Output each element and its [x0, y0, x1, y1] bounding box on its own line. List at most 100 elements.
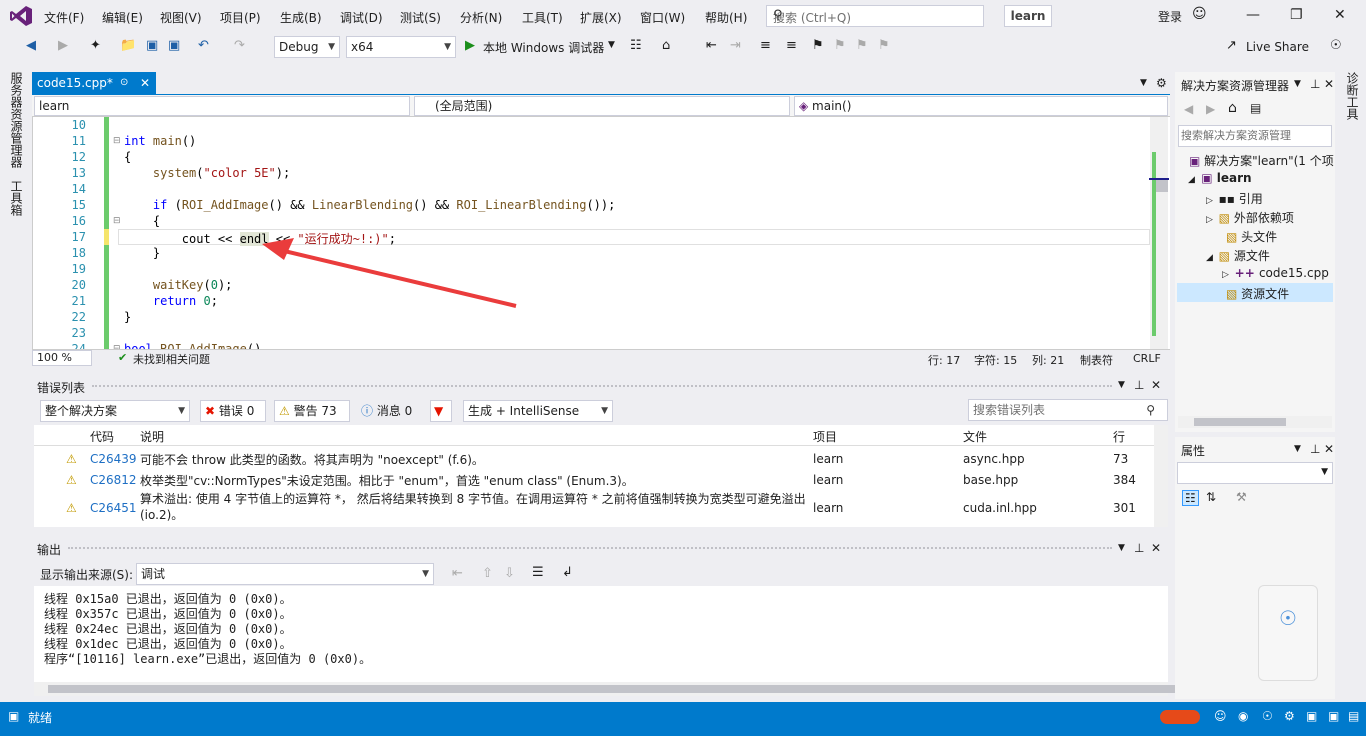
error-code-link[interactable]: C26812: [90, 473, 137, 487]
code-line[interactable]: {: [124, 214, 160, 228]
menu-item[interactable]: 测试(S): [400, 9, 441, 26]
back-icon[interactable]: ◀: [26, 38, 36, 53]
properties-object-select[interactable]: ▼: [1177, 462, 1333, 484]
menu-item[interactable]: 工具(T): [522, 9, 563, 26]
categorized-icon[interactable]: ☷: [1182, 490, 1199, 506]
code-line[interactable]: int main(): [124, 134, 196, 148]
clear-bookmark-icon[interactable]: ⚑: [878, 38, 890, 53]
nav-scope-select[interactable]: (全局范围): [414, 96, 790, 116]
step-icon[interactable]: ⇤: [706, 38, 717, 53]
scroll-thumb[interactable]: [1156, 178, 1168, 192]
configuration-select[interactable]: Debug ▼: [274, 36, 340, 58]
hscroll-thumb[interactable]: [48, 685, 1298, 693]
col-project[interactable]: 项目: [813, 428, 837, 445]
collapse-icon[interactable]: ⊟: [113, 136, 121, 146]
close-icon[interactable]: ✕: [1334, 7, 1346, 23]
pin-icon[interactable]: ⊥: [1134, 378, 1144, 392]
diagnostic-tools-tab[interactable]: 诊断工具: [1344, 72, 1361, 120]
chevron-down-icon[interactable]: ▼: [608, 40, 615, 50]
menu-item[interactable]: 编辑(E): [102, 9, 143, 26]
code-line[interactable]: system("color 5E");: [124, 166, 290, 180]
redo-icon[interactable]: ↷: [234, 38, 245, 53]
code-line[interactable]: {: [124, 150, 131, 164]
error-row[interactable]: ⚠ C26451 算术溢出: 使用 4 字节值上的运算符 *， 然后将结果转换到 8…: [34, 490, 1154, 526]
forward-icon[interactable]: ▶: [1206, 102, 1215, 116]
close-icon[interactable]: ✕: [1151, 541, 1161, 555]
find-message-icon[interactable]: ⇤: [452, 566, 463, 581]
tab-list-icon[interactable]: ▼: [1140, 78, 1147, 88]
next-bookmark-icon[interactable]: ⚑: [856, 38, 868, 53]
tray-icon[interactable]: ▣: [1328, 709, 1339, 723]
collapse-icon[interactable]: ⊟: [113, 216, 121, 226]
save-all-icon[interactable]: ▣: [168, 38, 180, 53]
toolbox-tab[interactable]: 工具箱: [8, 180, 25, 216]
code-line[interactable]: waitKey(0);: [124, 278, 233, 292]
tab-code15[interactable]: code15.cpp* ⊙ ✕: [32, 72, 156, 94]
menu-item[interactable]: 生成(B): [280, 9, 322, 26]
tree-project[interactable]: ◢ ▣ learn: [1188, 171, 1252, 185]
solution-hscrollbar[interactable]: [1178, 416, 1332, 428]
comment-icon[interactable]: ≡: [760, 38, 771, 53]
menu-item[interactable]: 项目(P): [220, 9, 261, 26]
visual-studio-logo-icon[interactable]: [10, 6, 32, 26]
code-line[interactable]: }: [124, 310, 131, 324]
error-list-scrollbar[interactable]: [1154, 425, 1168, 527]
prev-bookmark-icon[interactable]: ⚑: [834, 38, 846, 53]
hscroll-thumb[interactable]: [1194, 418, 1286, 426]
switch-views-icon[interactable]: ▤: [1250, 101, 1261, 115]
col-file[interactable]: 文件: [963, 428, 987, 445]
error-search-input[interactable]: 搜索错误列表 ⚲: [968, 399, 1168, 421]
close-icon[interactable]: ✕: [1324, 442, 1334, 456]
error-row[interactable]: ⚠ C26812 枚举类型"cv::NormTypes"未设定范围。相比于 "enu…: [34, 469, 1154, 490]
messages-filter-button[interactable]: ⓘ 消息 0: [356, 400, 422, 422]
server-explorer-tab[interactable]: 服务器资源管理器: [8, 72, 25, 168]
tree-references[interactable]: ▷ ▪▪ 引用: [1206, 190, 1263, 207]
code-line[interactable]: }: [124, 246, 160, 260]
home-icon[interactable]: ⌂: [1228, 100, 1237, 116]
run-debugger-button[interactable]: 本地 Windows 调试器: [483, 39, 604, 56]
tree-resource-files[interactable]: ▧ 资源文件: [1226, 285, 1289, 302]
errors-filter-button[interactable]: ✖ 错误 0: [200, 400, 266, 422]
settings-icon[interactable]: ⚙: [1156, 76, 1167, 90]
pin-icon[interactable]: ⊙: [120, 72, 128, 94]
run-icon[interactable]: ▶: [465, 38, 475, 53]
build-filter-select[interactable]: 生成 + IntelliSense ▼: [463, 400, 613, 422]
error-row[interactable]: ⚠ C26439 可能不会 throw 此类型的函数。将其声明为 "noexcept…: [34, 448, 1154, 469]
new-project-icon[interactable]: ✦: [90, 38, 101, 53]
tree-file-code15[interactable]: ▷ ++ code15.cpp: [1222, 266, 1329, 280]
menu-item[interactable]: 扩展(X): [580, 9, 622, 26]
code-line[interactable]: return 0;: [124, 294, 218, 308]
chevron-down-icon[interactable]: ▼: [1294, 444, 1301, 454]
close-icon[interactable]: ✕: [1151, 378, 1161, 392]
platform-select[interactable]: x64 ▼: [346, 36, 456, 58]
bookmark-icon[interactable]: ⚑: [812, 38, 824, 53]
browse-icon[interactable]: ☷: [630, 38, 642, 53]
pin-icon[interactable]: ⊥: [1310, 442, 1320, 456]
nav-member-select[interactable]: ◈ main(): [794, 96, 1168, 116]
output-text[interactable]: 线程 0x15a0 已退出，返回值为 0 (0x0)。 线程 0x357c 已退出…: [34, 586, 1168, 682]
menu-item[interactable]: 窗口(W): [640, 9, 685, 26]
solution-config-icon[interactable]: ⌂: [662, 38, 670, 53]
chevron-down-icon[interactable]: ▼: [1294, 79, 1301, 89]
save-icon[interactable]: ▣: [146, 38, 158, 53]
clear-all-icon[interactable]: ☰: [532, 565, 544, 580]
menu-item[interactable]: 帮助(H): [705, 9, 747, 26]
tree-header-files[interactable]: ▧ 头文件: [1226, 228, 1277, 245]
chevron-down-icon[interactable]: ▼: [1118, 380, 1125, 390]
pin-icon[interactable]: ⊥: [1310, 77, 1320, 91]
col-code[interactable]: 代码: [90, 428, 114, 445]
open-folder-icon[interactable]: 📁: [120, 38, 136, 53]
search-box[interactable]: 搜索 (Ctrl+Q) ⚲: [766, 5, 984, 27]
restore-icon[interactable]: ❐: [1290, 7, 1303, 23]
tree-solution[interactable]: ▣ 解决方案"learn"(1 个项: [1189, 152, 1334, 169]
scope-select[interactable]: 整个解决方案 ▼: [40, 400, 190, 422]
back-icon[interactable]: ◀: [1184, 102, 1193, 116]
tray-icon[interactable]: ▣: [1306, 709, 1317, 723]
col-line[interactable]: 行: [1113, 428, 1125, 445]
solution-search-input[interactable]: 搜索解决方案资源管理: [1178, 125, 1332, 147]
output-source-select[interactable]: 调试 ▼: [136, 563, 434, 585]
pin-icon[interactable]: ⊥: [1134, 541, 1144, 555]
step-over-icon[interactable]: ⇥: [730, 38, 741, 53]
live-share-button[interactable]: Live Share: [1246, 40, 1309, 54]
no-issues-text[interactable]: 未找到相关问题: [133, 351, 210, 367]
